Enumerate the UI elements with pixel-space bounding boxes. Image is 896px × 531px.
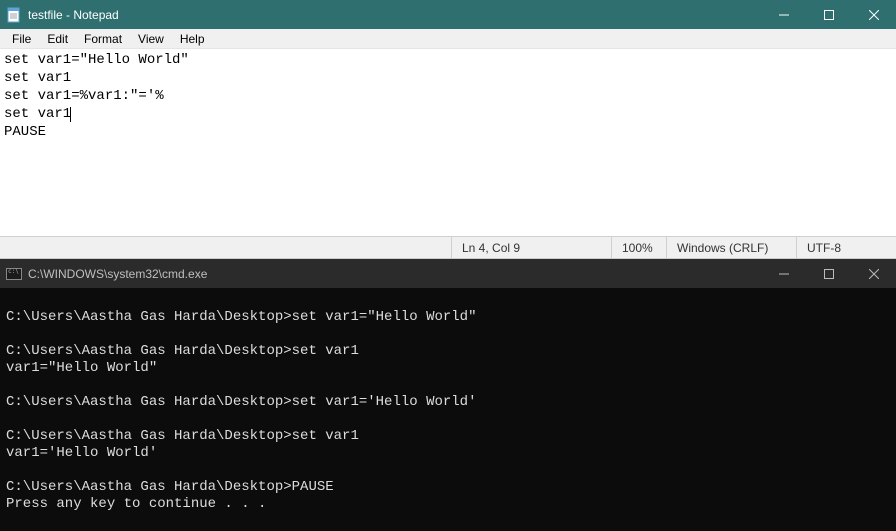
cmd-line: C:\Users\Aastha Gas Harda\Desktop>set va… xyxy=(6,343,359,359)
status-line-ending: Windows (CRLF) xyxy=(666,237,796,258)
minimize-button[interactable] xyxy=(761,0,806,29)
notepad-window: testfile - Notepad File Edit Format View… xyxy=(0,0,896,259)
cmd-minimize-button[interactable] xyxy=(761,259,806,288)
cmd-line: C:\Users\Aastha Gas Harda\Desktop>set va… xyxy=(6,309,476,325)
editor-line: PAUSE xyxy=(4,124,46,140)
status-encoding: UTF-8 xyxy=(796,237,896,258)
cmd-line: Press any key to continue . . . xyxy=(6,496,266,512)
status-position: Ln 4, Col 9 xyxy=(451,237,611,258)
notepad-editor[interactable]: set var1="Hello World" set var1 set var1… xyxy=(0,49,896,236)
menu-format[interactable]: Format xyxy=(76,30,130,48)
cmd-terminal[interactable]: C:\Users\Aastha Gas Harda\Desktop>set va… xyxy=(0,288,896,531)
cmd-line: C:\Users\Aastha Gas Harda\Desktop>PAUSE xyxy=(6,479,334,495)
menu-help[interactable]: Help xyxy=(172,30,213,48)
editor-line: set var1 xyxy=(4,106,71,122)
window-controls xyxy=(761,0,896,29)
notepad-menubar: File Edit Format View Help xyxy=(0,29,896,49)
cmd-close-button[interactable] xyxy=(851,259,896,288)
maximize-button[interactable] xyxy=(806,0,851,29)
status-zoom: 100% xyxy=(611,237,666,258)
cmd-titlebar[interactable]: C:\WINDOWS\system32\cmd.exe xyxy=(0,259,896,288)
cmd-line: C:\Users\Aastha Gas Harda\Desktop>set va… xyxy=(6,428,359,444)
notepad-icon xyxy=(6,7,22,23)
cmd-title: C:\WINDOWS\system32\cmd.exe xyxy=(28,267,207,281)
cmd-window: C:\WINDOWS\system32\cmd.exe C:\Users\Aas… xyxy=(0,259,896,531)
close-button[interactable] xyxy=(851,0,896,29)
menu-edit[interactable]: Edit xyxy=(39,30,76,48)
cmd-icon xyxy=(6,268,22,280)
notepad-title: testfile - Notepad xyxy=(28,8,119,22)
cmd-maximize-button[interactable] xyxy=(806,259,851,288)
editor-line: set var1 xyxy=(4,70,71,86)
notepad-titlebar[interactable]: testfile - Notepad xyxy=(0,0,896,29)
text-caret xyxy=(70,107,71,122)
notepad-statusbar: Ln 4, Col 9 100% Windows (CRLF) UTF-8 xyxy=(0,236,896,258)
menu-file[interactable]: File xyxy=(4,30,39,48)
editor-line: set var1=%var1:"='% xyxy=(4,88,164,104)
cmd-line: C:\Users\Aastha Gas Harda\Desktop>set va… xyxy=(6,394,476,410)
cmd-window-controls xyxy=(761,259,896,288)
cmd-line: var1='Hello World' xyxy=(6,445,157,461)
cmd-line: var1="Hello World" xyxy=(6,360,157,376)
editor-line: set var1="Hello World" xyxy=(4,52,189,68)
menu-view[interactable]: View xyxy=(130,30,172,48)
